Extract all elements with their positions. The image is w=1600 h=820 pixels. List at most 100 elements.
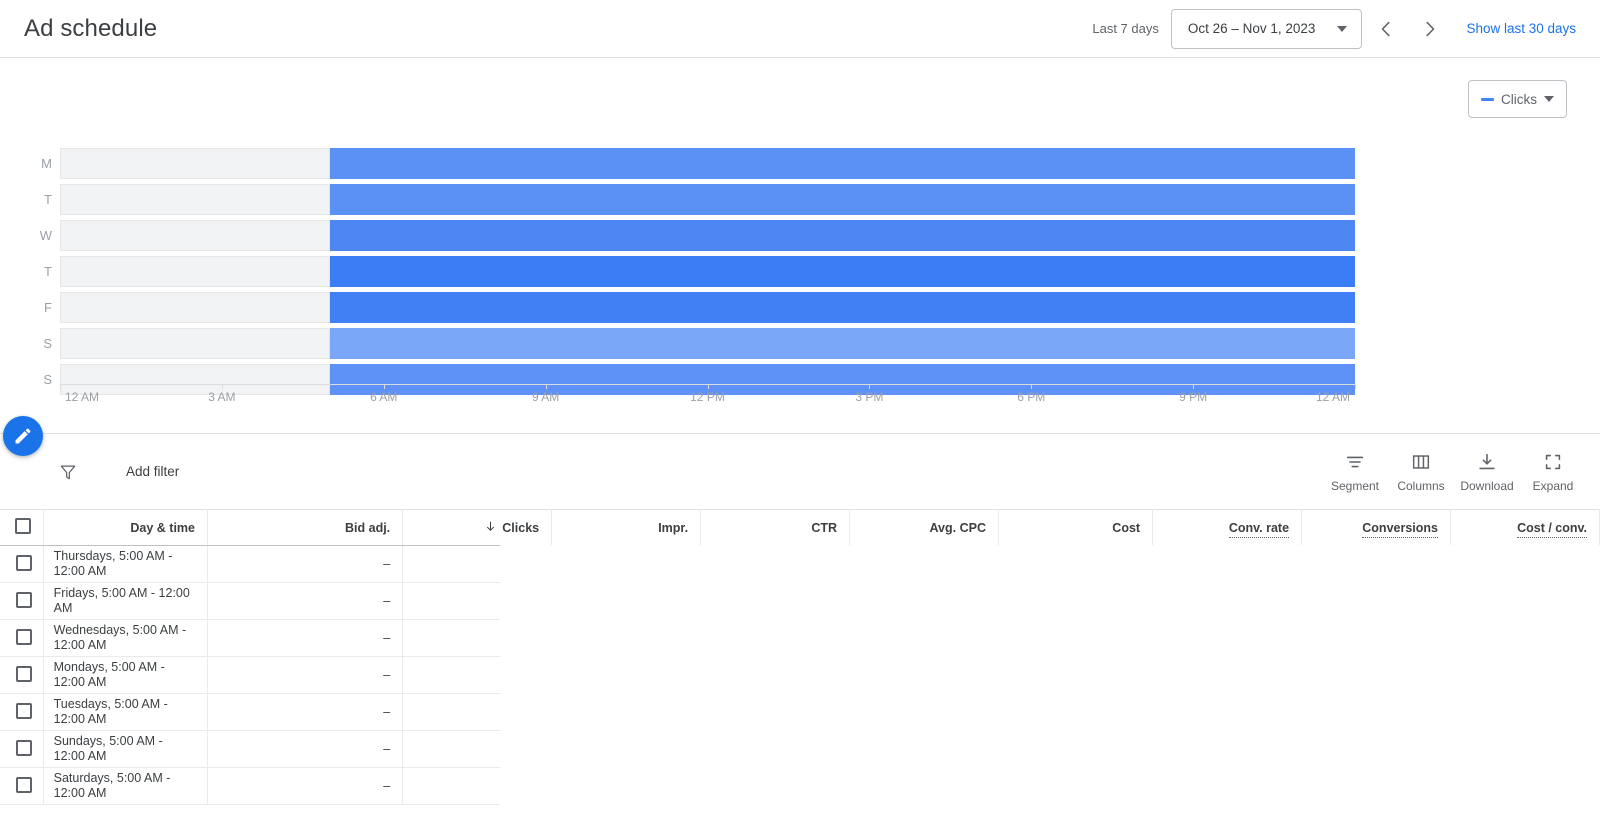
cell-redacted-metric: [551, 730, 702, 768]
cell-redacted-metric: [1450, 582, 1600, 620]
metric-selector-button[interactable]: Clicks: [1468, 80, 1567, 118]
chart-day-row[interactable]: [60, 184, 1355, 215]
cell-redacted-metric: [700, 656, 851, 694]
column-header-impr[interactable]: Impr.: [551, 509, 702, 546]
column-header-cost-conv[interactable]: Cost / conv.: [1450, 509, 1600, 546]
column-header-conversions[interactable]: Conversions: [1301, 509, 1451, 546]
chart-bar-active-segment: [329, 220, 1355, 251]
chart-day-row[interactable]: [60, 292, 1355, 323]
chevron-left-icon: [1382, 21, 1390, 36]
chart-day-row[interactable]: [60, 220, 1355, 251]
cell-redacted-metric: [1450, 619, 1600, 657]
column-header-conv-rate[interactable]: Conv. rate: [1152, 509, 1303, 546]
cell-redacted-metric: [849, 767, 999, 805]
chart-x-tick-label: 12 PM: [690, 390, 725, 404]
cell-redacted-metric: [700, 545, 851, 583]
cell-redacted-metric: [1152, 767, 1303, 805]
table-row[interactable]: Tuesdays, 5:00 AM - 12:00 AM –: [0, 693, 1600, 731]
date-range-picker[interactable]: Oct 26 – Nov 1, 2023: [1170, 8, 1363, 49]
previous-period-button[interactable]: [1366, 9, 1406, 49]
date-range-preset-label: Last 7 days: [1092, 21, 1159, 36]
cell-redacted-metric: [1152, 582, 1303, 620]
table-row[interactable]: Wednesdays, 5:00 AM - 12:00 AM –: [0, 619, 1600, 657]
chart-bar-active-segment: [329, 256, 1355, 287]
ad-schedule-table-wrapper: Day & time Bid adj. Clicks Impr. CTR Avg. CPC…: [0, 509, 1600, 820]
ad-schedule-chart-section: Clicks M T W T F S S 12 AM 3 AM 6 AM 9 AM 12 PM 3 PM…: [0, 58, 1600, 433]
cell-redacted-metric: [402, 545, 553, 583]
chart-x-tick: [707, 384, 709, 389]
row-checkbox[interactable]: [16, 665, 32, 682]
table-row[interactable]: Fridays, 5:00 AM - 12:00 AM –: [0, 582, 1600, 620]
filter-funnel-icon[interactable]: [56, 460, 80, 484]
row-checkbox[interactable]: [16, 739, 32, 756]
select-all-checkbox[interactable]: [14, 518, 31, 534]
table-row[interactable]: Sundays, 5:00 AM - 12:00 AM –: [0, 730, 1600, 768]
download-icon: [1479, 453, 1495, 469]
schedule-heatmap: M T W T F S S 12 AM 3 AM 6 AM 9 AM 12 PM 3 PM 6 PM 9 P…: [0, 136, 1600, 406]
column-header-day-time[interactable]: Day & time: [43, 509, 209, 546]
cell-bid-adj: –: [207, 656, 404, 694]
row-select-cell: [0, 730, 44, 768]
chart-day-row[interactable]: [60, 148, 1355, 179]
segment-button[interactable]: Segment: [1322, 451, 1388, 493]
cell-bid-adj: –: [207, 730, 404, 768]
cell-redacted-metric: [1450, 545, 1600, 583]
column-header-label: CTR: [811, 520, 838, 535]
download-button[interactable]: Download: [1454, 451, 1520, 493]
column-header-bid-adj[interactable]: Bid adj.: [207, 509, 404, 546]
column-header-clicks[interactable]: Clicks: [402, 509, 553, 546]
row-select-cell: [0, 693, 44, 731]
column-header-avg-cpc[interactable]: Avg. CPC: [849, 509, 999, 546]
cell-redacted-metric: [551, 656, 702, 694]
cell-redacted-metric: [700, 730, 851, 768]
cell-day-time: Wednesdays, 5:00 AM - 12:00 AM: [43, 619, 209, 657]
cell-redacted-metric: [998, 730, 1154, 768]
chart-bar-active-segment: [329, 292, 1355, 323]
columns-button[interactable]: Columns: [1388, 451, 1454, 493]
ad-schedule-table: Day & time Bid adj. Clicks Impr. CTR Avg. CPC…: [0, 509, 1600, 805]
row-checkbox[interactable]: [16, 554, 32, 571]
segment-label: Segment: [1330, 478, 1380, 493]
table-row[interactable]: Saturdays, 5:00 AM - 12:00 AM –: [0, 767, 1600, 805]
chart-x-tick: [1355, 384, 1356, 389]
row-checkbox[interactable]: [16, 628, 32, 645]
cell-redacted-metric: [402, 619, 553, 657]
select-all-header-cell: [0, 509, 44, 546]
row-checkbox[interactable]: [16, 591, 32, 608]
chart-bar-active-segment: [329, 184, 1355, 215]
expand-button[interactable]: Expand: [1520, 451, 1586, 493]
cell-redacted-metric: [551, 619, 702, 657]
column-header-label: Bid adj.: [345, 520, 391, 535]
next-period-button[interactable]: [1410, 9, 1450, 49]
column-header-ctr[interactable]: CTR: [700, 509, 851, 546]
chart-x-tick-label: 3 AM: [208, 390, 236, 404]
table-row[interactable]: Mondays, 5:00 AM - 12:00 AM –: [0, 656, 1600, 694]
column-header-label: Cost: [1112, 520, 1141, 535]
chart-bar-inactive-segment: [60, 148, 330, 179]
chart-day-label: T: [44, 192, 52, 207]
row-select-cell: [0, 545, 44, 583]
column-header-label: Day & time: [130, 520, 195, 535]
row-checkbox[interactable]: [16, 702, 32, 719]
column-header-cost[interactable]: Cost: [998, 509, 1154, 546]
table-toolbar: Add filter Segment Columns Download Expa…: [0, 416, 1600, 509]
chart-day-row[interactable]: [60, 256, 1355, 287]
edit-fab-button[interactable]: [3, 416, 43, 456]
chart-x-tick: [60, 384, 61, 389]
columns-label: Columns: [1397, 478, 1445, 493]
cell-day-time: Sundays, 5:00 AM - 12:00 AM: [43, 730, 209, 768]
row-checkbox[interactable]: [16, 776, 32, 793]
cell-redacted-metric: [551, 582, 702, 620]
cell-redacted-metric: [998, 619, 1154, 657]
cell-redacted-metric: [551, 693, 702, 731]
cell-redacted-metric: [1152, 619, 1303, 657]
cell-redacted-metric: [1301, 730, 1451, 768]
add-filter-button[interactable]: Add filter: [126, 464, 179, 479]
table-row[interactable]: Thursdays, 5:00 AM - 12:00 AM –: [0, 545, 1600, 583]
chart-bar-inactive-segment: [60, 328, 330, 359]
show-last-30-days-link[interactable]: Show last 30 days: [1466, 21, 1576, 36]
cell-day-time: Thursdays, 5:00 AM - 12:00 AM: [43, 545, 209, 583]
row-select-cell: [0, 656, 44, 694]
expand-label: Expand: [1532, 478, 1574, 493]
chart-day-row[interactable]: [60, 328, 1355, 359]
